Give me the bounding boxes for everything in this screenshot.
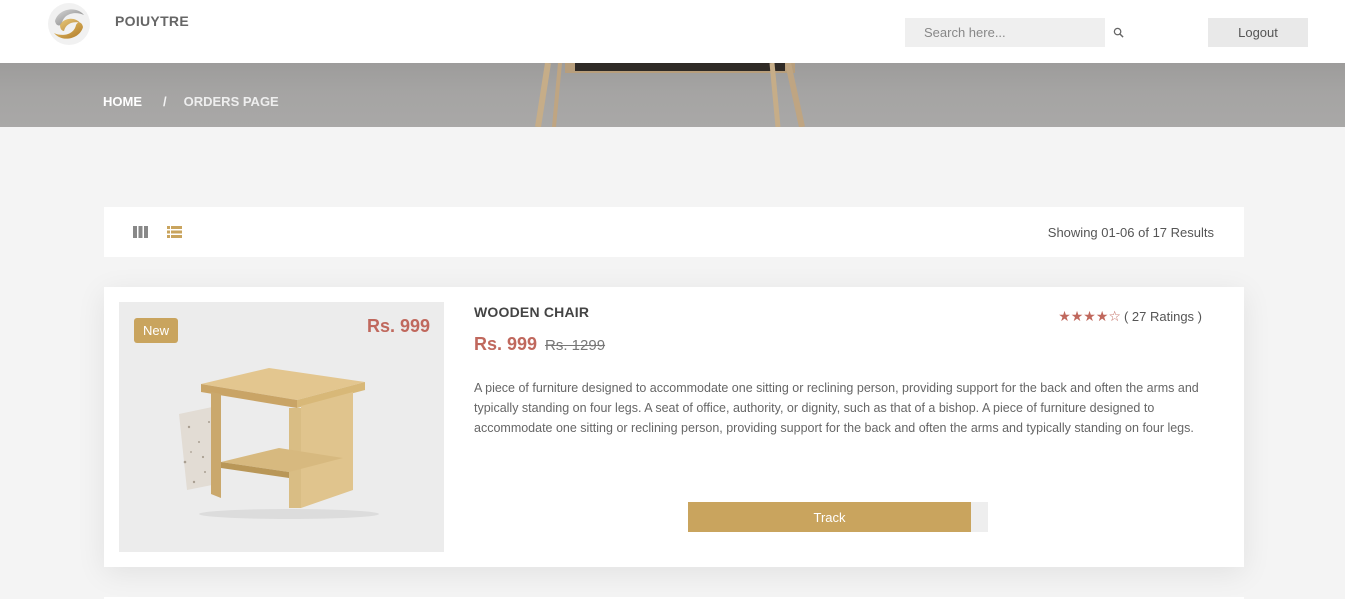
new-badge: New — [134, 318, 179, 343]
banner-furniture-image — [535, 63, 805, 127]
product-price: Rs. 999 — [474, 334, 538, 354]
results-count: Showing 01-06 of 17 Results — [1047, 225, 1214, 240]
product-card: New Rs. 999 WOODEN CHAIR Rs. 999 Rs. 129… — [104, 287, 1244, 567]
breadcrumb-home-link[interactable]: HOME — [103, 94, 142, 109]
breadcrumb-separator: / — [163, 94, 167, 109]
brand-name: POIUYTRE — [115, 13, 189, 29]
grid-view-icon[interactable] — [133, 226, 148, 238]
track-button[interactable]: Track — [688, 502, 971, 532]
search-input[interactable] — [905, 18, 1105, 47]
product-title[interactable]: WOODEN CHAIR — [474, 304, 589, 320]
product-description: A piece of furniture designed to accommo… — [474, 381, 1199, 435]
top-header: POIUYTRE Logout — [0, 0, 1345, 63]
search-icon[interactable] — [1113, 27, 1124, 38]
image-price-tag: Rs. 999 — [366, 316, 430, 336]
rating-stars-icon: ★★★★☆ — [1058, 308, 1121, 324]
product-old-price: Rs. 1299 — [545, 337, 606, 354]
product-image[interactable]: New Rs. 999 — [119, 302, 444, 552]
product-rating: ★★★★☆ ( 27 Ratings ) — [1058, 308, 1202, 325]
rating-count: ( 27 Ratings ) — [1123, 309, 1202, 324]
page-banner: HOME / ORDERS PAGE — [0, 63, 1345, 127]
breadcrumb-current: ORDERS PAGE — [183, 94, 279, 109]
brand-logo[interactable] — [46, 1, 92, 47]
list-view-icon[interactable] — [167, 226, 182, 238]
breadcrumb: HOME / ORDERS PAGE — [103, 94, 279, 109]
logout-button[interactable]: Logout — [1208, 18, 1308, 47]
results-toolbar: Showing 01-06 of 17 Results — [104, 207, 1244, 257]
track-button-wrapper: Track — [688, 502, 988, 532]
